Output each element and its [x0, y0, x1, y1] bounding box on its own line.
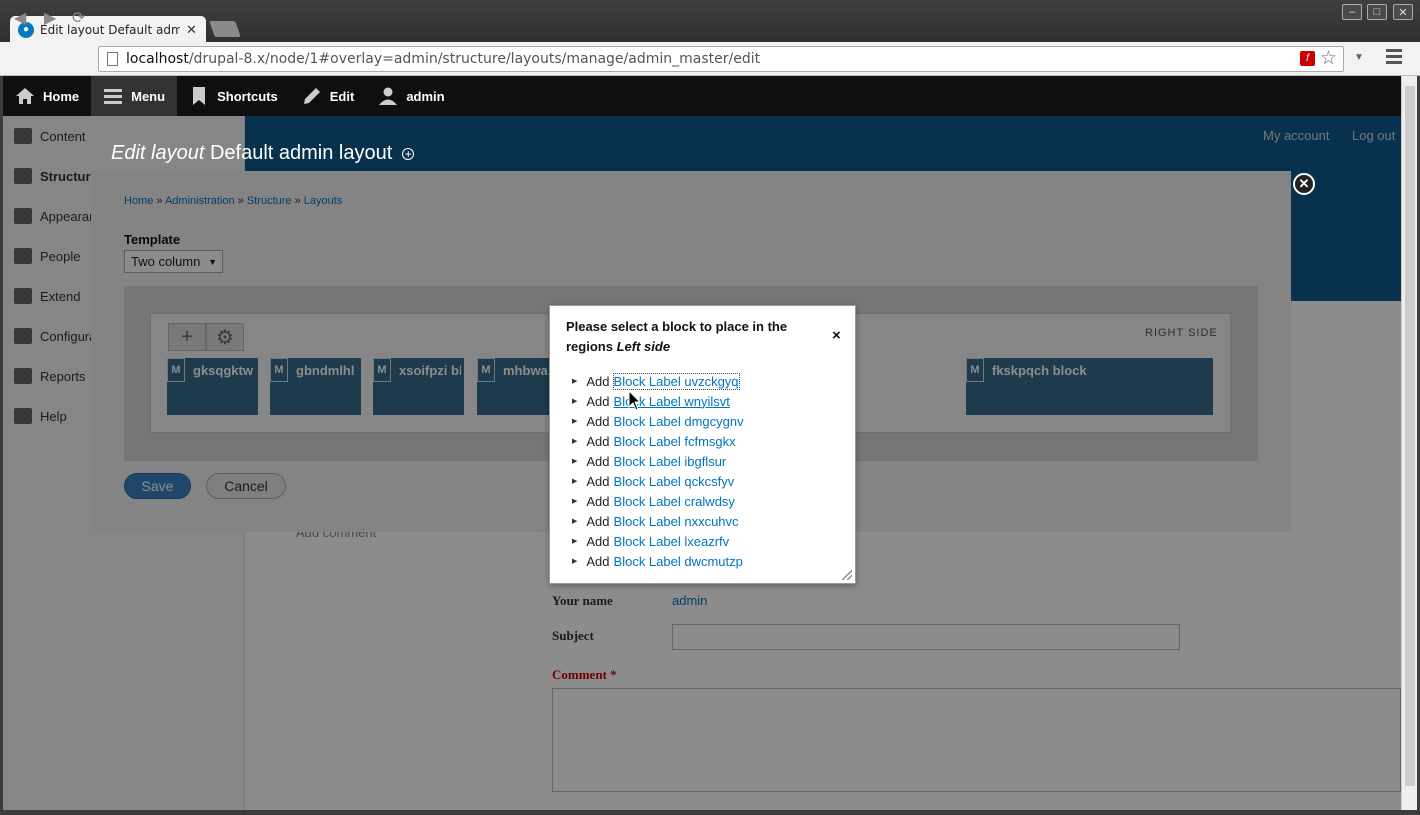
address-bar[interactable]: localhost/drupal-8.x/node/1#overlay=admi… [98, 46, 1344, 72]
back-arrow-icon[interactable]: ◀ [14, 8, 26, 28]
block-select-dialog: Please select a block to place in the re… [549, 305, 856, 584]
toolbar-home[interactable]: Home [3, 76, 91, 116]
bookmark-star-icon[interactable]: ☆ [1320, 47, 1337, 70]
list-item: ▶ Add Block Label uvzckgyq [572, 372, 740, 390]
page-scrollbar[interactable] [1401, 76, 1417, 810]
bullet-triangle-icon: ▶ [572, 398, 578, 405]
scrollbar-thumb[interactable] [1405, 86, 1415, 786]
url-text: localhost/drupal-8.x/node/1#overlay=admi… [126, 51, 761, 67]
chrome-menu-icon[interactable] [1386, 49, 1402, 67]
block-link[interactable]: Block Label qckcsfyv [614, 474, 735, 489]
list-item: ▶ Add Block Label qckcsfyv [572, 473, 735, 489]
tab-close-icon[interactable]: ✕ [186, 22, 197, 38]
minimize-button[interactable]: – [1342, 4, 1362, 20]
bullet-triangle-icon: ▶ [572, 418, 578, 425]
bullet-triangle-icon: ▶ [572, 518, 578, 525]
bullet-triangle-icon: ▶ [572, 458, 578, 465]
toolbar-user[interactable]: admin [366, 76, 456, 116]
bullet-triangle-icon: ▶ [572, 538, 578, 545]
block-link[interactable]: Block Label uvzckgyq [612, 372, 740, 390]
dialog-resize-handle[interactable] [842, 570, 852, 580]
browser-tab[interactable]: ● Edit layout Default admin ✕ [10, 16, 206, 43]
list-item: ▶ Add Block Label dwcmutzp [572, 553, 743, 569]
admin-toolbar: Home Menu Shortcuts Edit admin [3, 76, 1401, 116]
block-list: ▶ Add Block Label uvzckgyq ▶ Add Block Label… [572, 371, 744, 571]
forward-arrow-icon[interactable]: ▶ [44, 8, 56, 28]
bookmark-icon [193, 87, 206, 105]
block-link[interactable]: Block Label fcfmsgkx [614, 434, 736, 449]
bullet-triangle-icon: ▶ [572, 378, 578, 385]
bullet-triangle-icon: ▶ [572, 498, 578, 505]
block-link[interactable]: Block Label cralwdsy [614, 494, 735, 509]
list-item: ▶ Add Block Label lxeazrfv [572, 533, 730, 549]
overlay-close-button[interactable]: ✕ [1293, 173, 1315, 195]
home-icon [16, 88, 34, 104]
bullet-triangle-icon: ▶ [572, 558, 578, 565]
list-item: ▶ Add Block Label nxxcuhvc [572, 513, 739, 529]
dialog-close-icon[interactable]: × [832, 327, 841, 344]
toolbar-user-label: admin [406, 88, 445, 104]
toolbar-shortcuts-label: Shortcuts [217, 88, 278, 104]
chevron-down-icon[interactable]: ▼ [1354, 52, 1364, 63]
list-item: ▶ Add Block Label cralwdsy [572, 493, 735, 509]
block-link[interactable]: Block Label ibgflsur [614, 454, 727, 469]
toolbar-menu-label: Menu [131, 88, 166, 104]
bullet-triangle-icon: ▶ [572, 478, 578, 485]
overlay-title: Edit layout Default admin layout + [111, 142, 415, 165]
toolbar-edit-label: Edit [329, 88, 355, 104]
block-link[interactable]: Block Label dwcmutzp [614, 554, 743, 569]
tab-title: Edit layout Default admin [40, 22, 180, 37]
dialog-title: Please select a block to place in the re… [566, 319, 788, 354]
hamburger-icon [104, 89, 123, 104]
toolbar-shortcuts[interactable]: Shortcuts [177, 76, 290, 116]
page-icon [107, 52, 118, 66]
block-link[interactable]: Block Label nxxcuhvc [614, 514, 739, 529]
reload-icon[interactable]: ⟳ [72, 8, 85, 28]
add-shortcut-icon[interactable]: + [402, 147, 415, 161]
new-tab-button[interactable] [209, 21, 241, 37]
list-item: ▶ Add Block Label ibgflsur [572, 453, 727, 469]
list-item: ▶ Add Block Label dmgcygnv [572, 413, 744, 429]
user-icon [379, 87, 398, 105]
close-window-button[interactable]: ✕ [1393, 4, 1413, 20]
toolbar-edit[interactable]: Edit [290, 76, 367, 116]
toolbar-menu[interactable]: Menu [91, 76, 178, 116]
maximize-button[interactable]: □ [1367, 4, 1387, 20]
flash-icon[interactable]: f [1300, 51, 1315, 66]
mouse-cursor-icon [628, 390, 642, 411]
toolbar-home-label: Home [43, 88, 80, 104]
pencil-icon [303, 88, 320, 104]
bullet-triangle-icon: ▶ [572, 438, 578, 445]
list-item: ▶ Add Block Label fcfmsgkx [572, 433, 736, 449]
list-item: ▶ Add Block Label wnyilsvt [572, 393, 730, 409]
block-link[interactable]: Block Label dmgcygnv [614, 414, 744, 429]
block-link[interactable]: Block Label lxeazrfv [614, 534, 730, 549]
